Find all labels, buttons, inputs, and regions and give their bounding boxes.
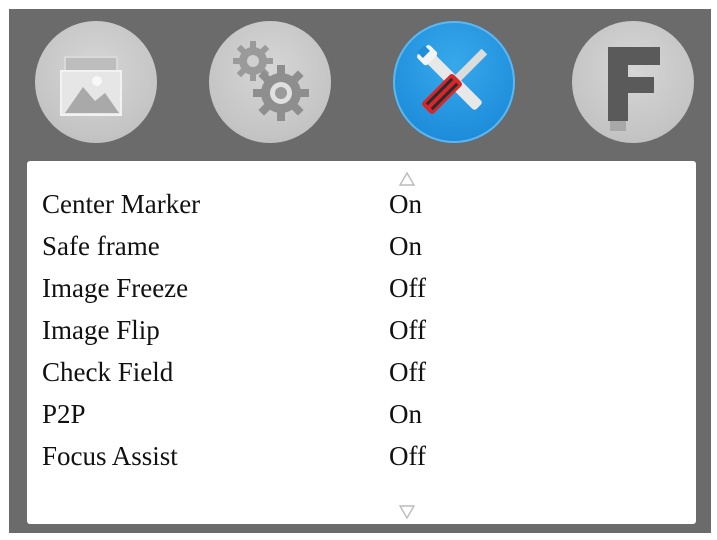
menu-item-center-marker[interactable]: Center Marker On bbox=[27, 185, 696, 223]
gears-icon bbox=[233, 41, 309, 121]
menu-item-safe-frame[interactable]: Safe frame On bbox=[27, 227, 696, 265]
menu-item-label: Focus Assist bbox=[42, 441, 178, 471]
image-tab[interactable] bbox=[35, 21, 157, 143]
menu-item-label: Image Freeze bbox=[42, 273, 189, 303]
menu-item-check-field[interactable]: Check Field Off bbox=[27, 353, 696, 391]
system-tab[interactable] bbox=[209, 21, 331, 143]
menu-item-value[interactable]: Off bbox=[389, 269, 426, 307]
menu-item-label: Image Flip bbox=[42, 315, 160, 345]
menu-item-value[interactable]: Off bbox=[389, 353, 426, 391]
function-tab[interactable] bbox=[572, 21, 694, 143]
osd-menu-frame: Center Marker On Safe frame On Image Fre… bbox=[9, 9, 711, 533]
menu-item-label: Check Field bbox=[42, 357, 174, 387]
tools-tab[interactable] bbox=[393, 21, 515, 143]
menu-item-value[interactable]: On bbox=[389, 227, 422, 265]
menu-item-image-freeze[interactable]: Image Freeze Off bbox=[27, 269, 696, 307]
menu-item-value[interactable]: On bbox=[389, 395, 422, 433]
menu-item-p2p[interactable]: P2P On bbox=[27, 395, 696, 433]
menu-item-value[interactable]: Off bbox=[389, 311, 426, 349]
menu-item-value[interactable]: On bbox=[389, 185, 422, 223]
scroll-down-arrow-icon[interactable] bbox=[399, 504, 415, 520]
menu-item-label: Center Marker bbox=[42, 189, 201, 219]
menu-item-label: Safe frame bbox=[42, 231, 160, 261]
menu-item-image-flip[interactable]: Image Flip Off bbox=[27, 311, 696, 349]
picture-icon bbox=[60, 56, 122, 116]
letter-f-icon bbox=[608, 47, 660, 131]
menu-item-value[interactable]: Off bbox=[389, 437, 426, 475]
menu-item-focus-assist[interactable]: Focus Assist Off bbox=[27, 437, 696, 475]
menu-tab-bar bbox=[9, 9, 711, 159]
settings-panel: Center Marker On Safe frame On Image Fre… bbox=[27, 161, 696, 524]
menu-item-label: P2P bbox=[42, 399, 86, 429]
wrench-screwdriver-icon bbox=[417, 45, 488, 114]
